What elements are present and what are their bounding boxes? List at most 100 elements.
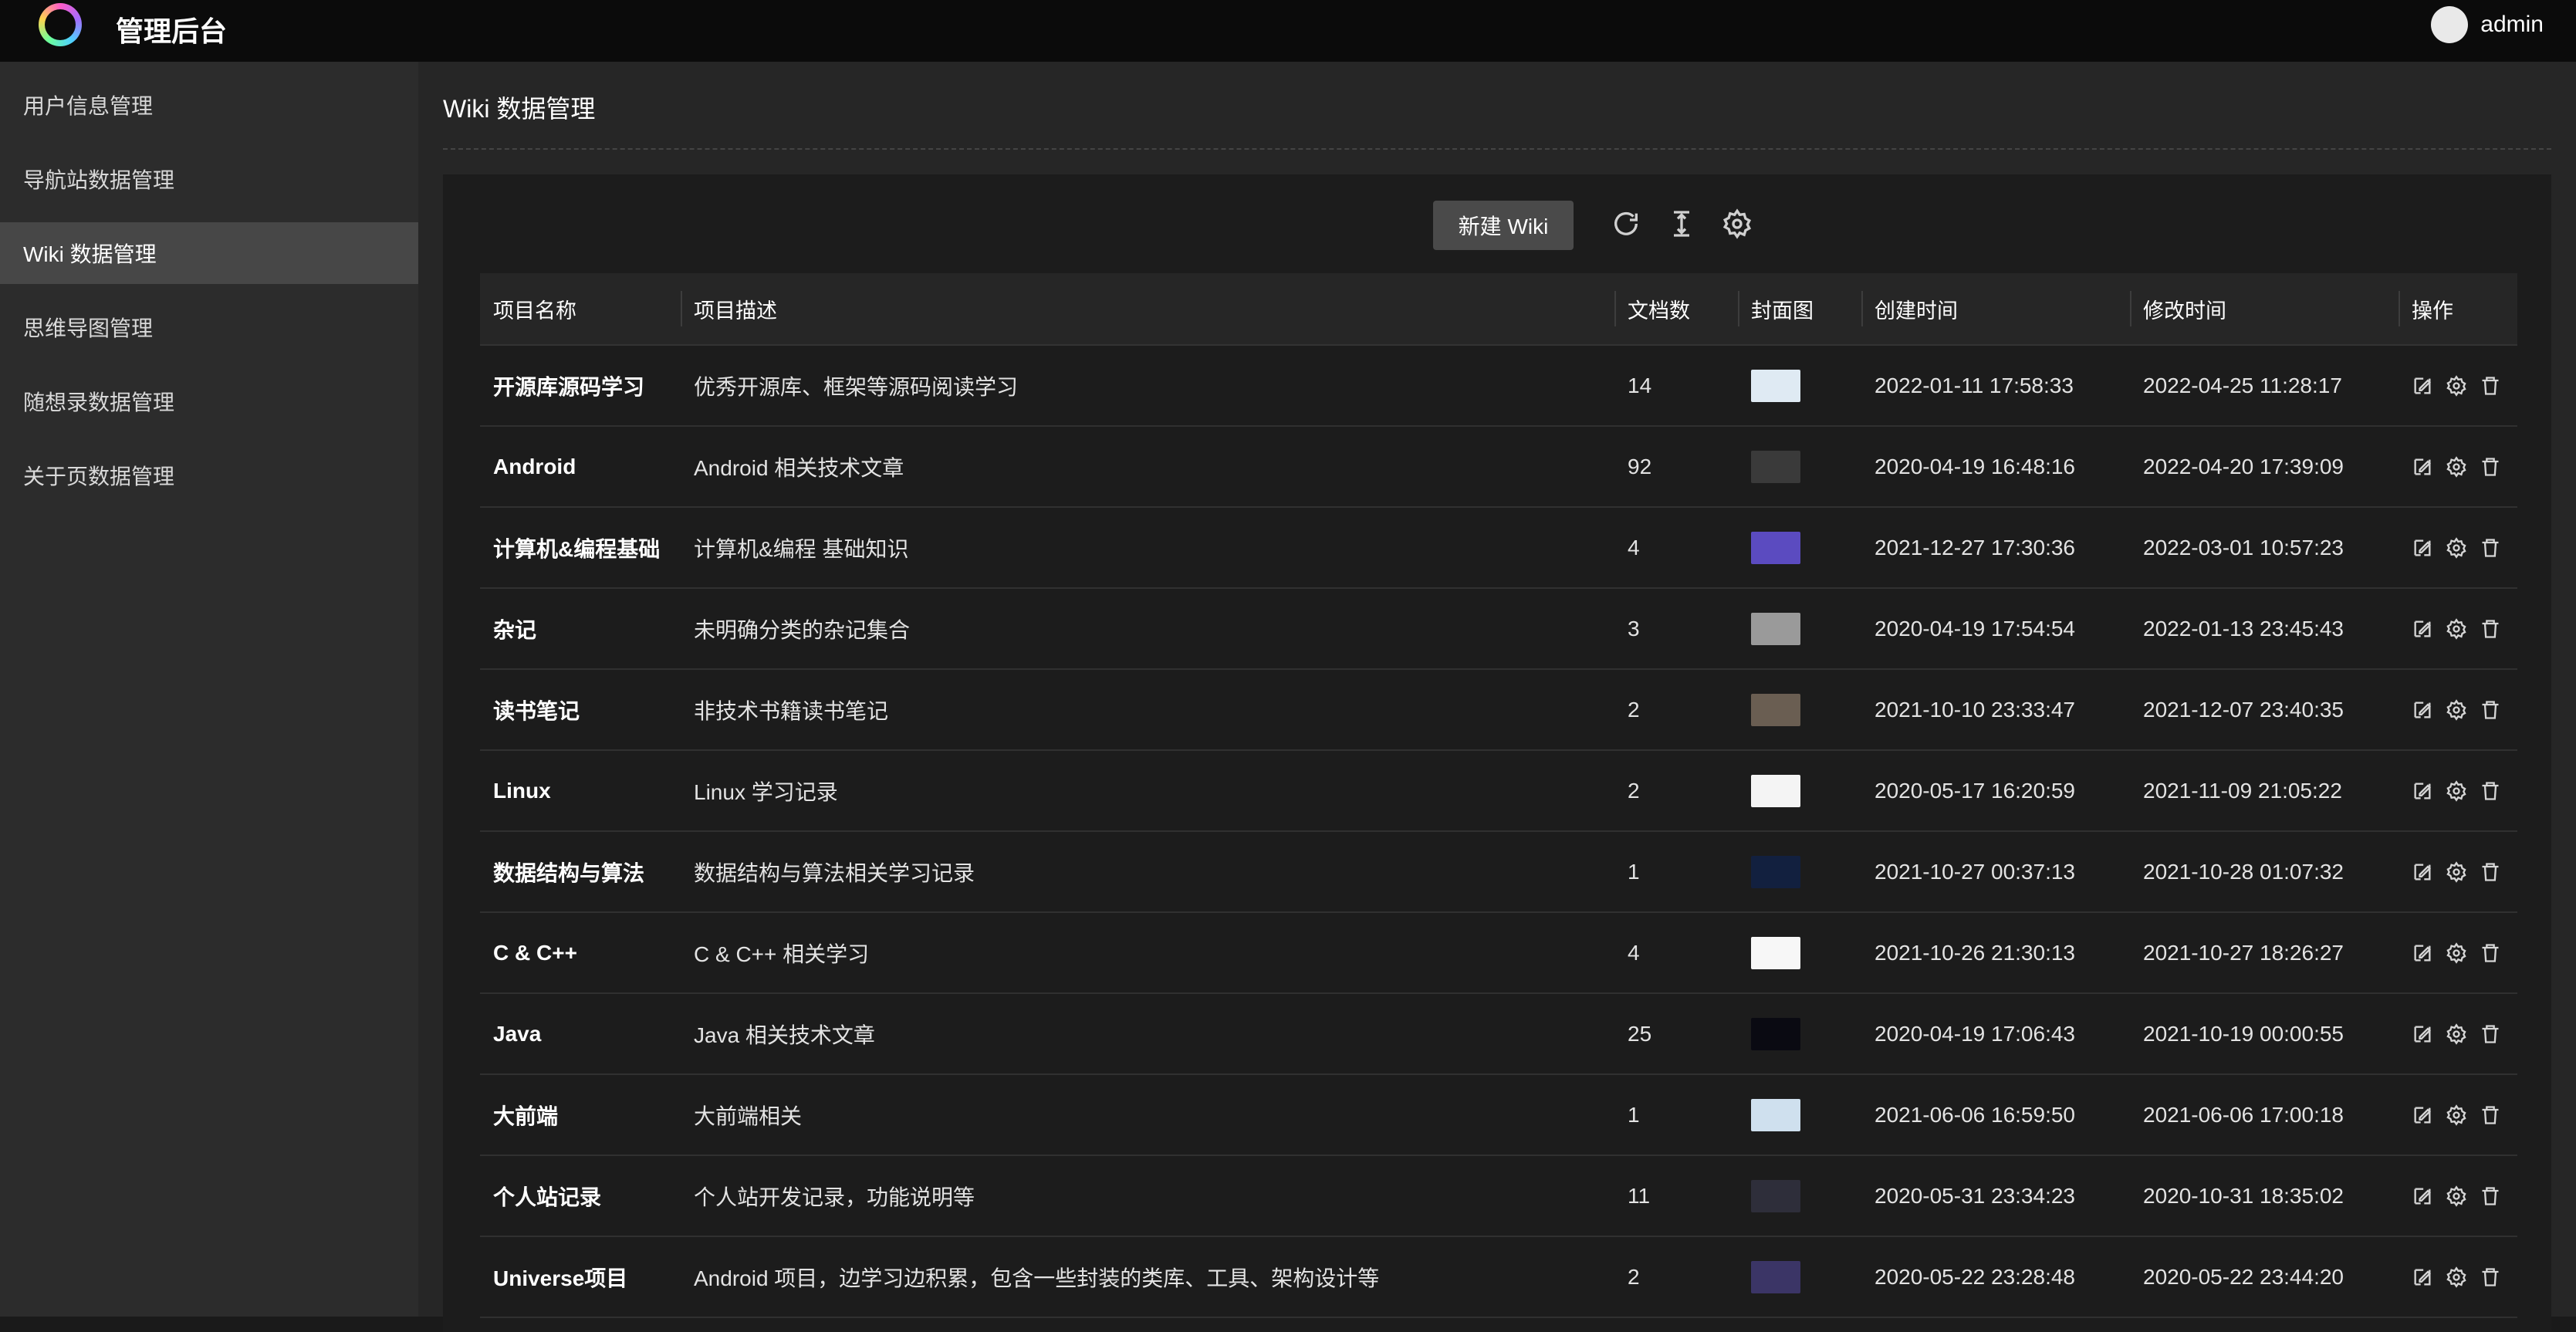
delete-icon[interactable]: [2480, 456, 2501, 478]
settings-icon[interactable]: [2446, 374, 2467, 397]
column-height-icon[interactable]: [1666, 208, 1697, 239]
settings-icon[interactable]: [2446, 455, 2467, 478]
delete-icon[interactable]: [2480, 942, 2501, 964]
edit-icon[interactable]: [2412, 537, 2433, 559]
wiki-table: 项目名称 项目描述 文档数 封面图 创建时间 修改时间 操作 开源库源码学习 优…: [480, 273, 2517, 1318]
table-body: 开源库源码学习 优秀开源库、框架等源码阅读学习 14 2022-01-11 17…: [480, 346, 2517, 1318]
cell-modified: 2022-04-25 11:28:17: [2143, 373, 2342, 397]
cell-cover: [1738, 612, 1861, 645]
sidebar-item-user-info[interactable]: 用户信息管理: [0, 74, 418, 136]
sidebar-item-label: 关于页数据管理: [23, 465, 175, 489]
cover-image[interactable]: [1751, 531, 1800, 564]
sidebar-item-label: 思维导图管理: [23, 316, 154, 340]
cell-ops: [2399, 455, 2517, 478]
edit-icon[interactable]: [2412, 618, 2433, 640]
cover-image[interactable]: [1751, 1017, 1800, 1050]
cell-count: 25: [1628, 1021, 1652, 1046]
delete-icon[interactable]: [2480, 1185, 2501, 1207]
delete-icon[interactable]: [2480, 699, 2501, 721]
page-title: Wiki 数据管理: [443, 95, 596, 123]
edit-icon[interactable]: [2412, 699, 2433, 721]
cell-ops: [2399, 860, 2517, 883]
cover-image[interactable]: [1751, 450, 1800, 483]
settings-icon[interactable]: [2446, 779, 2467, 802]
cell-modified: 2022-01-13 23:45:43: [2143, 616, 2344, 641]
cover-image[interactable]: [1751, 855, 1800, 888]
cell-cover: [1738, 531, 1861, 564]
sidebar-item-label: Wiki 数据管理: [23, 242, 157, 266]
user-menu[interactable]: admin: [2431, 6, 2544, 43]
cell-cover: [1738, 450, 1861, 483]
edit-icon[interactable]: [2412, 456, 2433, 478]
cover-image[interactable]: [1751, 369, 1800, 402]
delete-icon[interactable]: [2480, 1104, 2501, 1126]
cell-cover: [1738, 1260, 1861, 1293]
cell-count: 2: [1628, 697, 1640, 722]
refresh-icon[interactable]: [1611, 208, 1641, 239]
delete-icon[interactable]: [2480, 375, 2501, 397]
cell-cover: [1738, 774, 1861, 807]
cell-created: 2020-04-19 17:06:43: [1875, 1021, 2075, 1046]
cell-ops: [2399, 698, 2517, 721]
cover-image[interactable]: [1751, 1260, 1800, 1293]
cell-count: 2: [1628, 778, 1640, 803]
delete-icon[interactable]: [2480, 1266, 2501, 1288]
cell-desc: C & C++ 相关学习: [694, 942, 870, 966]
settings-icon[interactable]: [2446, 860, 2467, 883]
new-wiki-button[interactable]: 新建 Wiki: [1433, 201, 1574, 250]
settings-icon[interactable]: [1722, 208, 1753, 239]
sidebar-item-label: 用户信息管理: [23, 94, 154, 118]
delete-icon[interactable]: [2480, 1023, 2501, 1045]
edit-icon[interactable]: [2412, 861, 2433, 883]
table-header: 项目名称 项目描述 文档数 封面图 创建时间 修改时间 操作: [480, 273, 2517, 346]
sidebar-item-mindmap[interactable]: 思维导图管理: [0, 296, 418, 358]
delete-icon[interactable]: [2480, 537, 2501, 559]
edit-icon[interactable]: [2412, 780, 2433, 802]
sidebar-item-essays[interactable]: 随想录数据管理: [0, 370, 418, 432]
cell-ops: [2399, 1104, 2517, 1126]
cover-image[interactable]: [1751, 1098, 1800, 1131]
settings-icon[interactable]: [2446, 1185, 2467, 1207]
cell-desc: Android 相关技术文章: [694, 455, 904, 480]
cover-image[interactable]: [1751, 612, 1800, 645]
edit-icon[interactable]: [2412, 942, 2433, 964]
cell-ops: [2399, 617, 2517, 640]
settings-icon[interactable]: [2446, 1266, 2467, 1288]
settings-icon[interactable]: [2446, 1104, 2467, 1126]
col-header-modified: 修改时间: [2130, 272, 2399, 345]
edit-icon[interactable]: [2412, 1104, 2433, 1126]
cell-count: 1: [1628, 859, 1640, 884]
settings-icon[interactable]: [2446, 1023, 2467, 1045]
settings-icon[interactable]: [2446, 536, 2467, 559]
cover-image[interactable]: [1751, 936, 1800, 969]
table-row: 大前端 大前端相关 1 2021-06-06 16:59:50 2021-06-…: [480, 1075, 2517, 1156]
cover-image[interactable]: [1751, 1179, 1800, 1212]
settings-icon[interactable]: [2446, 698, 2467, 721]
sidebar-item-about[interactable]: 关于页数据管理: [0, 445, 418, 506]
cell-ops: [2399, 1266, 2517, 1288]
cell-modified: 2020-05-22 23:44:20: [2143, 1264, 2344, 1289]
delete-icon[interactable]: [2480, 861, 2501, 883]
table-row: 杂记 未明确分类的杂记集合 3 2020-04-19 17:54:54 2022…: [480, 589, 2517, 670]
settings-icon[interactable]: [2446, 617, 2467, 640]
table-row: 计算机&编程基础 计算机&编程 基础知识 4 2021-12-27 17:30:…: [480, 508, 2517, 589]
avatar[interactable]: [2431, 6, 2469, 43]
cell-modified: 2020-10-31 18:35:02: [2143, 1183, 2344, 1208]
delete-icon[interactable]: [2480, 780, 2501, 802]
cover-image[interactable]: [1751, 774, 1800, 807]
cell-modified: 2022-04-20 17:39:09: [2143, 454, 2344, 478]
edit-icon[interactable]: [2412, 1185, 2433, 1207]
cell-modified: 2021-10-28 01:07:32: [2143, 859, 2344, 884]
col-header-desc: 项目描述: [681, 272, 1614, 345]
settings-icon[interactable]: [2446, 942, 2467, 964]
col-header-ops: 操作: [2399, 272, 2517, 345]
sidebar-item-nav-site[interactable]: 导航站数据管理: [0, 148, 418, 210]
cover-image[interactable]: [1751, 693, 1800, 726]
edit-icon[interactable]: [2412, 1023, 2433, 1045]
sidebar-item-label: 随想录数据管理: [23, 390, 175, 414]
edit-icon[interactable]: [2412, 375, 2433, 397]
delete-icon[interactable]: [2480, 618, 2501, 640]
edit-icon[interactable]: [2412, 1266, 2433, 1288]
cell-created: 2021-12-27 17:30:36: [1875, 535, 2075, 560]
sidebar-item-wiki[interactable]: Wiki 数据管理: [0, 222, 418, 284]
